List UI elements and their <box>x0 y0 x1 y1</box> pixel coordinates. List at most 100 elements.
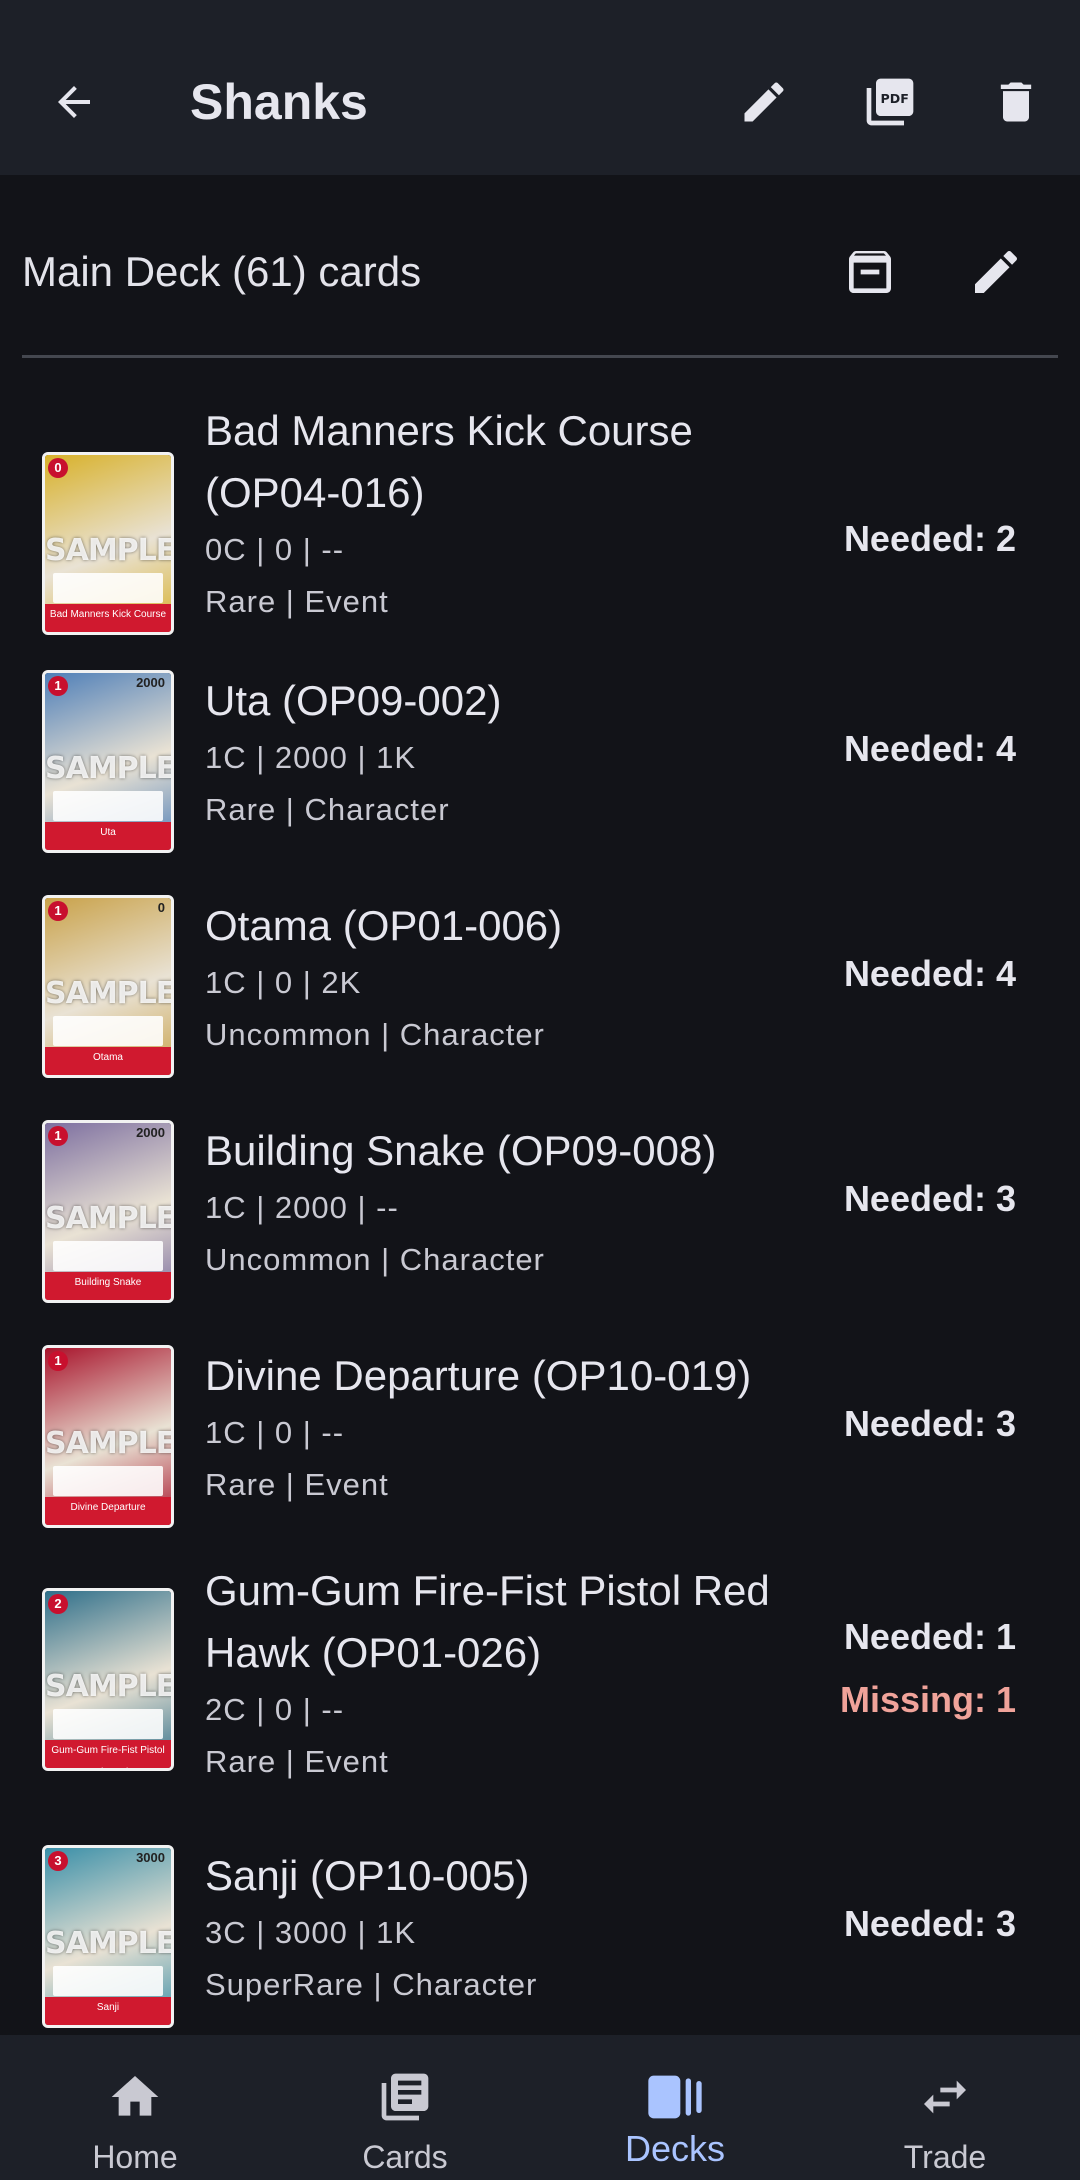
top-app-bar: Shanks PDF <box>0 0 1080 175</box>
card-power: 2000 <box>136 1125 165 1140</box>
card-type: Rare | Event <box>205 1467 389 1502</box>
card-row[interactable]: 1 SAMPLE Divine Departure Divine Departur… <box>0 1345 1080 1545</box>
card-stats: 1C | 2000 | 1K <box>205 740 417 775</box>
card-row[interactable]: 1 2000 SAMPLE Building Snake Building Sna… <box>0 1120 1080 1320</box>
card-power: 2000 <box>136 675 165 690</box>
card-cost-badge: 0 <box>48 458 68 478</box>
sample-watermark: SAMPLE <box>45 751 174 786</box>
card-row[interactable]: 3 3000 SAMPLE Sanji Sanji (OP10-005) 3C | … <box>0 1845 1080 2045</box>
main-deck-header: Main Deck (61) cards <box>0 230 1080 315</box>
decks-icon <box>643 2065 707 2129</box>
card-info: Uta (OP09-002) 1C | 2000 | 1K Rare | Chara… <box>205 670 845 836</box>
nav-label: Home <box>92 2139 178 2175</box>
card-thumbnail: 1 SAMPLE Divine Departure <box>42 1345 174 1528</box>
card-thumbnail: 3 3000 SAMPLE Sanji <box>42 1845 174 2028</box>
delete-deck-button[interactable] <box>984 70 1048 134</box>
needed-count: Needed: 2 <box>843 518 1016 559</box>
card-cost-badge: 2 <box>48 1594 68 1614</box>
needed-count: Needed: 4 <box>843 728 1016 769</box>
nav-label: Decks <box>624 2128 726 2169</box>
nav-trade[interactable]: Trade <box>810 2035 1080 2180</box>
sample-watermark: SAMPLE <box>45 976 174 1011</box>
card-name: Building Snake (OP09-008) <box>205 1127 717 1174</box>
card-thumbnail: 1 2000 SAMPLE Building Snake <box>42 1120 174 1303</box>
sample-watermark: SAMPLE <box>45 1926 174 1961</box>
card-text-box <box>53 573 163 603</box>
nav-cards[interactable]: Cards <box>270 2035 540 2180</box>
card-thumbnail: 2 SAMPLE Gum-Gum Fire-Fist Pistol Red Ha… <box>42 1588 174 1771</box>
sample-watermark: SAMPLE <box>45 1669 174 1704</box>
card-name-bar: Bad Manners Kick Course <box>45 604 171 632</box>
card-type: Uncommon | Character <box>205 1017 545 1052</box>
card-thumbnail: 1 2000 SAMPLE Uta <box>42 670 174 853</box>
card-type: Uncommon | Character <box>205 1242 545 1277</box>
sample-watermark: SAMPLE <box>45 1201 174 1236</box>
needed-count: Needed: 3 <box>843 1903 1016 1944</box>
sample-watermark: SAMPLE <box>45 533 174 568</box>
card-text-box <box>53 1966 163 1996</box>
nav-label: Cards <box>362 2139 448 2175</box>
trash-icon <box>1000 82 1032 122</box>
nav-home[interactable]: Home <box>0 2035 270 2180</box>
card-info: Building Snake (OP09-008) 1C | 2000 | -- U… <box>205 1120 845 1286</box>
needed-count: Needed: 4 <box>843 953 1016 994</box>
section-title: Main Deck (61) cards <box>22 248 422 295</box>
card-name: Otama (OP01-006) <box>205 902 563 949</box>
card-cost-badge: 1 <box>48 1351 68 1371</box>
trade-icon <box>913 2065 977 2129</box>
card-stats: 0C | 0 | -- <box>205 532 345 567</box>
card-stats: 2C | 0 | -- <box>205 1692 345 1727</box>
card-row[interactable]: 2 SAMPLE Gum-Gum Fire-Fist Pistol Red Ha… <box>0 1560 1080 1779</box>
card-stats: 1C | 0 | -- <box>205 1415 345 1450</box>
cards-icon <box>373 2065 437 2129</box>
card-text-box <box>53 1709 163 1739</box>
card-info: Gum-Gum Fire-Fist Pistol Red Hawk (OP01-… <box>205 1560 795 1788</box>
export-pdf-button[interactable]: PDF <box>858 70 922 134</box>
card-power: 0 <box>157 900 165 915</box>
pdf-icon: PDF <box>866 78 914 126</box>
card-cost-badge: 3 <box>48 1851 68 1871</box>
card-stats: 3C | 3000 | 1K <box>205 1915 417 1950</box>
card-name-bar: Gum-Gum Fire-Fist Pistol Red Hawk <box>45 1740 171 1768</box>
card-name-bar: Uta <box>45 822 171 850</box>
card-info: Sanji (OP10-005) 3C | 3000 | 1K SuperRare … <box>205 1845 845 2011</box>
home-icon <box>103 2065 167 2129</box>
card-text-box <box>53 1241 163 1271</box>
nav-decks[interactable]: Decks <box>540 2035 810 2180</box>
card-name: Bad Manners Kick Course (OP04-016) <box>205 407 693 516</box>
card-stats: 1C | 0 | 2K <box>205 965 362 1000</box>
edit-section-button[interactable] <box>964 240 1028 304</box>
card-info: Otama (OP01-006) 1C | 0 | 2K Uncommon | Ch… <box>205 895 845 1061</box>
card-name-bar: Building Snake <box>45 1272 171 1300</box>
card-name: Divine Departure (OP10-019) <box>205 1352 752 1399</box>
page-title: Shanks <box>190 74 368 130</box>
arrow-left-icon <box>58 86 90 118</box>
card-text-box <box>53 1466 163 1496</box>
pencil-icon <box>744 82 784 122</box>
archive-icon <box>849 251 891 293</box>
card-power: 3000 <box>136 1850 165 1865</box>
card-row[interactable]: 1 2000 SAMPLE Uta Uta (OP09-002) 1C | 2000… <box>0 670 1080 870</box>
needed-count: Needed: 3 <box>843 1403 1016 1444</box>
card-info: Bad Manners Kick Course (OP04-016) 0C | 0… <box>205 400 795 628</box>
card-thumbnail: 1 0 SAMPLE Otama <box>42 895 174 1078</box>
pencil-icon <box>975 250 1018 293</box>
edit-deck-button[interactable] <box>732 70 796 134</box>
card-type: Rare | Event <box>205 1744 389 1779</box>
card-name: Gum-Gum Fire-Fist Pistol Red Hawk (OP01-… <box>205 1567 770 1676</box>
archive-button[interactable] <box>838 240 902 304</box>
needed-count: Needed: 1 <box>843 1616 1016 1657</box>
card-row[interactable]: 1 0 SAMPLE Otama Otama (OP01-006) 1C | 0 |… <box>0 895 1080 1095</box>
sample-watermark: SAMPLE <box>45 1426 174 1461</box>
card-thumbnail: 0 SAMPLE Bad Manners Kick Course <box>42 452 174 635</box>
card-cost-badge: 1 <box>48 676 68 696</box>
card-info: Divine Departure (OP10-019) 1C | 0 | -- Ra… <box>205 1345 845 1511</box>
card-name-bar: Divine Departure <box>45 1497 171 1525</box>
card-type: Rare | Event <box>205 584 389 619</box>
card-text-box <box>53 1016 163 1046</box>
svg-text:PDF: PDF <box>881 91 909 106</box>
back-button[interactable] <box>42 70 106 134</box>
card-row[interactable]: 0 SAMPLE Bad Manners Kick Course Bad Mann… <box>0 400 1080 635</box>
needed-count: Needed: 3 <box>843 1178 1016 1219</box>
missing-count: Missing: 1 <box>839 1679 1016 1720</box>
